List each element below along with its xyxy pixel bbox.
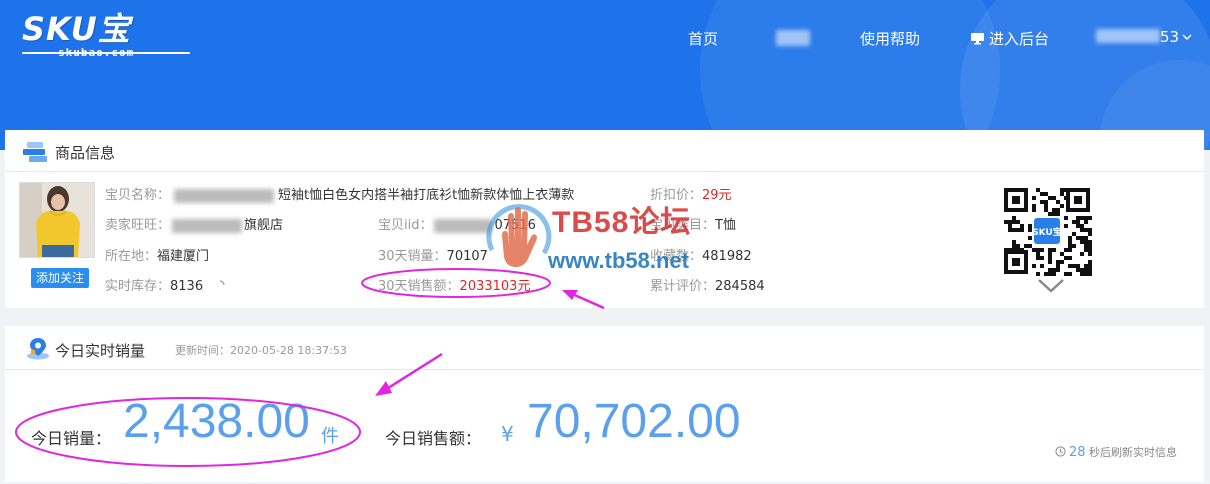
annotation-arrow-head	[375, 381, 392, 396]
annotation-arrow	[384, 352, 443, 392]
annotation-overlay	[15, 268, 605, 467]
highlight-circle	[361, 268, 551, 298]
annotation-arrow	[569, 291, 605, 310]
highlight-circle	[15, 397, 361, 467]
